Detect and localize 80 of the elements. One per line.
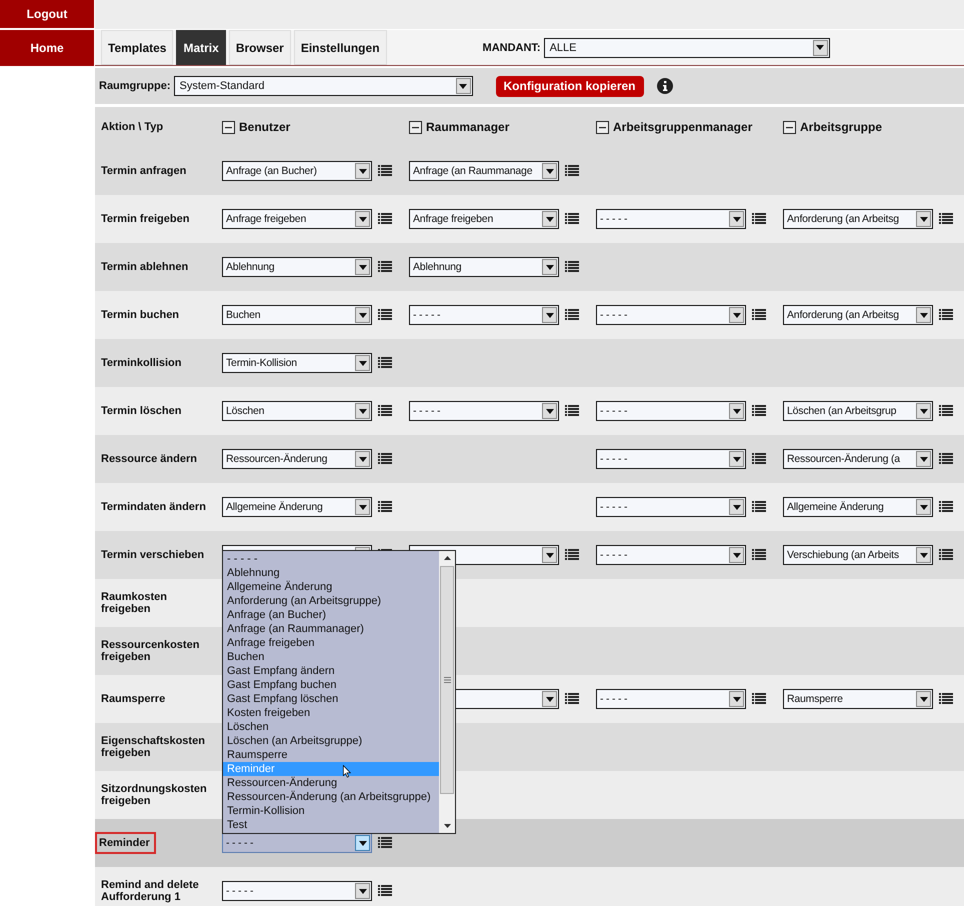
tab[interactable]: Matrix <box>176 30 226 65</box>
dropdown-field[interactable]: - - - - - <box>596 449 746 469</box>
tab[interactable]: Einstellungen <box>294 30 387 65</box>
dropdown-field[interactable]: Raumsperre <box>783 689 933 709</box>
dropdown-field[interactable]: - - - - - <box>222 881 372 901</box>
dropdown-option[interactable]: Anforderung (an Arbeitsgruppe) <box>223 594 439 608</box>
dropdown-option[interactable]: Anfrage (an Bucher) <box>223 608 439 622</box>
dropdown-field[interactable]: Anfrage freigeben <box>409 209 559 229</box>
nav-button[interactable]: Home <box>0 30 94 66</box>
nav-button[interactable]: Logout <box>0 0 94 28</box>
row-label: Ressource ändern <box>100 452 198 467</box>
dropdown-option[interactable]: Ressourcen-Änderung <box>223 776 439 790</box>
dropdown-field[interactable]: Allgemeine Änderung <box>783 497 933 517</box>
dropdown-field[interactable]: - - - - - <box>596 209 746 229</box>
dropdown-option[interactable]: Gast Empfang löschen <box>223 692 439 706</box>
column-header: Raummanager <box>426 120 510 134</box>
row-label: Remind and delete Aufforderung 1 <box>100 878 200 905</box>
dropdown-option[interactable]: Anfrage (an Raummanager) <box>223 622 439 636</box>
dropdown-field[interactable]: Termin-Kollision <box>222 353 372 373</box>
dropdown-option[interactable]: Ressourcen-Änderung (an Arbeitsgruppe) <box>223 790 439 804</box>
column-header: Arbeitsgruppenmanager <box>613 120 752 134</box>
dropdown-field[interactable]: Ressourcen-Änderung (a <box>783 449 933 469</box>
row-label: Termin anfragen <box>100 164 188 179</box>
dropdown-field[interactable]: Ablehnung <box>222 257 372 277</box>
dropdown-option[interactable]: Buchen <box>223 650 439 664</box>
dropdown-option[interactable]: - - - - - <box>223 552 439 566</box>
dropdown-field[interactable]: - - - - - <box>409 401 559 421</box>
column-header: Arbeitsgruppe <box>800 120 882 134</box>
dropdown-option[interactable]: Löschen <box>223 720 439 734</box>
dropdown-field[interactable]: Anfrage (an Bucher) <box>222 161 372 181</box>
dropdown-field[interactable]: - - - - - <box>596 497 746 517</box>
dropdown-option[interactable]: Anfrage freigeben <box>223 636 439 650</box>
dropdown-option[interactable]: Gast Empfang buchen <box>223 678 439 692</box>
dropdown-field[interactable]: Löschen (an Arbeitsgrup <box>783 401 933 421</box>
dropdown-field[interactable]: Löschen <box>222 401 372 421</box>
dropdown-field[interactable]: - - - - - <box>596 545 746 565</box>
dropdown-field[interactable]: Allgemeine Änderung <box>222 497 372 517</box>
raumgruppe-dropdown[interactable]: System-Standard <box>174 76 472 96</box>
dropdown-option[interactable]: Ablehnung <box>223 566 439 580</box>
dropdown-field[interactable]: - - - - - <box>409 305 559 325</box>
copy-config-button[interactable]: Konfiguration kopieren <box>496 76 644 96</box>
corner-header: Aktion \ Typ <box>101 121 164 133</box>
tab[interactable]: Templates <box>101 30 174 65</box>
dropdown-field[interactable]: Ressourcen-Änderung <box>222 449 372 469</box>
dropdown-option[interactable]: Allgemeine Änderung <box>223 580 439 594</box>
row-label: Reminder <box>95 832 156 854</box>
row-label: Sitzordnungskosten freigeben <box>100 782 208 809</box>
dropdown-option[interactable]: Gast Empfang ändern <box>223 664 439 678</box>
column-header: Benutzer <box>239 120 290 134</box>
dropdown-option[interactable]: Test <box>223 818 439 832</box>
dropdown-field[interactable]: - - - - - <box>222 833 372 853</box>
dropdown-field[interactable]: - - - - - <box>596 401 746 421</box>
row-label: Raumkosten freigeben <box>100 590 168 617</box>
row-label: Termin löschen <box>100 404 182 419</box>
dropdown-field[interactable]: - - - - - <box>596 305 746 325</box>
dropdown-field[interactable]: - - - - - <box>596 689 746 709</box>
dropdown-option[interactable]: Kosten freigeben <box>223 706 439 720</box>
dropdown-option[interactable]: Termin-Kollision <box>223 804 439 818</box>
dropdown-field[interactable]: Buchen <box>222 305 372 325</box>
row-label: Termin freigeben <box>100 212 190 227</box>
row-label: Terminkollision <box>100 356 182 371</box>
dropdown-field[interactable]: Anforderung (an Arbeitsg <box>783 305 933 325</box>
dropdown-option[interactable]: Löschen (an Arbeitsgruppe) <box>223 734 439 748</box>
dropdown-field[interactable]: Ablehnung <box>409 257 559 277</box>
raumgruppe-label: Raumgruppe: <box>99 80 170 92</box>
row-label: Termin ablehnen <box>100 260 190 275</box>
row-label: Raumsperre <box>100 692 166 707</box>
row-label: Termin verschieben <box>100 548 206 563</box>
dropdown-option[interactable]: Raumsperre <box>223 748 439 762</box>
dropdown-field[interactable]: Anfrage freigeben <box>222 209 372 229</box>
dropdown-field[interactable]: Anforderung (an Arbeitsg <box>783 209 933 229</box>
row-label: Termindaten ändern <box>100 500 207 515</box>
mandant-dropdown[interactable]: ALLE <box>544 38 830 58</box>
row-label: Eigenschaftskosten freigeben <box>100 734 206 761</box>
dropdown-field[interactable]: Anfrage (an Raummanage <box>409 161 559 181</box>
mandant-label: MANDANT: <box>482 42 541 54</box>
row-label: Ressourcenkosten freigeben <box>100 638 200 665</box>
tab[interactable]: Browser <box>228 30 291 65</box>
dropdown-field[interactable]: Verschiebung (an Arbeits <box>783 545 933 565</box>
row-label: Termin buchen <box>100 308 180 323</box>
